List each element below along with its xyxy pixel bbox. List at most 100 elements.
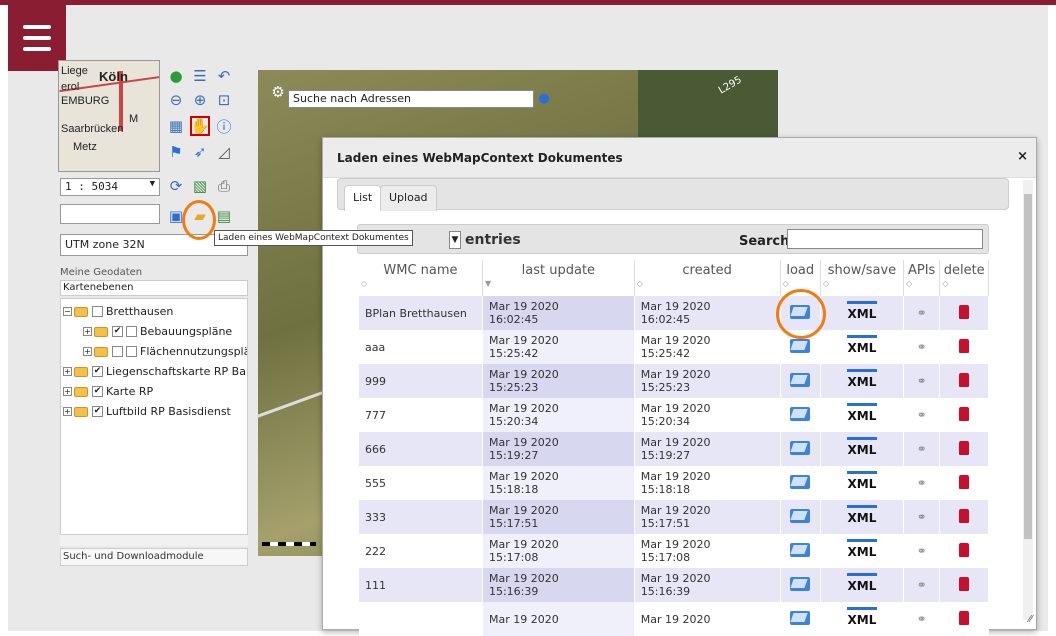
tree-item[interactable]: + Flächennutzungsplä xyxy=(83,343,247,360)
table-row[interactable]: 555 Mar 19 2020 15:18:18 Mar 19 2020 15:18:1… xyxy=(359,466,989,500)
tree-item[interactable]: + ✔ Karte RP xyxy=(63,383,153,400)
globe-icon[interactable]: ● xyxy=(166,66,186,86)
expand-icon[interactable]: + xyxy=(83,327,92,336)
layer-checkbox[interactable] xyxy=(92,306,103,317)
tree-scrollbar[interactable] xyxy=(60,534,248,546)
expand-icon[interactable]: + xyxy=(83,347,92,356)
layer-checkbox[interactable]: ✔ xyxy=(92,406,103,417)
help-icon[interactable]: ● xyxy=(534,88,554,108)
dialog-scrollbar[interactable] xyxy=(1023,180,1033,620)
tab-list[interactable]: List xyxy=(344,185,382,211)
api-link-icon[interactable]: ⚭ xyxy=(917,476,927,490)
show-save-xml-icon[interactable]: XML xyxy=(846,403,877,427)
expand-icon[interactable]: + xyxy=(63,367,72,376)
api-link-icon[interactable]: ⚭ xyxy=(917,544,927,558)
show-save-xml-icon[interactable]: XML xyxy=(846,437,877,461)
refresh-icon[interactable]: ⟳ xyxy=(166,176,186,196)
coordinate-input[interactable] xyxy=(60,204,160,224)
delete-icon[interactable] xyxy=(959,440,970,455)
load-icon[interactable] xyxy=(790,610,811,625)
api-link-icon[interactable]: ⚭ xyxy=(917,374,927,388)
column-header[interactable]: APIs ◇ xyxy=(903,260,941,296)
print-icon[interactable]: ⎙ xyxy=(214,176,234,196)
tree-item[interactable]: + ✔ Luftbild RP Basisdienst xyxy=(63,403,231,420)
column-header[interactable]: show/save ◇ xyxy=(820,260,904,296)
table-row[interactable]: 111 Mar 19 2020 15:16:39 Mar 19 2020 15:16:3… xyxy=(359,568,989,602)
tree-item[interactable]: + ✔ Liegenschaftskarte RP Ba xyxy=(63,363,246,380)
flag-icon[interactable]: ⚑ xyxy=(166,142,186,162)
tree-item[interactable]: + ✔ Bebauungspläne xyxy=(83,323,232,340)
column-header[interactable]: created ◇ xyxy=(634,260,781,296)
load-icon[interactable] xyxy=(790,542,811,557)
grid-icon[interactable]: ▦ xyxy=(166,116,186,136)
layer-checkbox[interactable]: ✔ xyxy=(92,386,103,397)
expand-icon[interactable]: + xyxy=(63,407,72,416)
overview-map[interactable]: Liege Köln erol EMBURG M Saarbrücken Met… xyxy=(58,60,160,172)
delete-icon[interactable] xyxy=(959,406,970,421)
address-search-input[interactable]: Suche nach Adressen xyxy=(288,90,534,108)
api-link-icon[interactable]: ⚭ xyxy=(917,442,927,456)
load-icon[interactable] xyxy=(790,576,811,591)
tree-item[interactable]: − Bretthausen xyxy=(63,303,173,320)
zoom-out-icon[interactable]: ⊖ xyxy=(166,90,186,110)
column-header[interactable]: delete ◇ xyxy=(939,260,989,296)
load-icon[interactable] xyxy=(790,440,811,455)
search-settings-icon[interactable]: ⚙ xyxy=(268,82,288,102)
dialog-header[interactable]: Laden eines WebMapContext Dokumentes × xyxy=(323,138,1036,178)
table-row[interactable]: BPlan Bretthausen Mar 19 2020 16:02:45 Mar … xyxy=(359,296,989,330)
load-icon[interactable] xyxy=(790,338,811,353)
layer-checkbox[interactable] xyxy=(112,346,123,357)
delete-icon[interactable] xyxy=(959,304,970,319)
show-save-xml-icon[interactable]: XML xyxy=(846,471,877,495)
legend-icon[interactable]: ☰ xyxy=(190,66,210,86)
api-link-icon[interactable]: ⚭ xyxy=(917,510,927,524)
layer-checkbox[interactable]: ✔ xyxy=(112,326,123,337)
layers-header[interactable]: Kartenebenen xyxy=(60,280,248,296)
show-save-xml-icon[interactable]: XML xyxy=(846,505,877,529)
delete-icon[interactable] xyxy=(959,474,970,489)
measure-icon[interactable]: ◿ xyxy=(214,142,234,162)
table-row[interactable]: aaa Mar 19 2020 15:25:42 Mar 19 2020 15:25:4… xyxy=(359,330,989,364)
layer-checkbox[interactable]: ✔ xyxy=(92,366,103,377)
table-search-input[interactable] xyxy=(787,229,983,249)
delete-icon[interactable] xyxy=(959,372,970,387)
show-save-xml-icon[interactable]: XML xyxy=(846,335,877,359)
resize-handle-icon[interactable]: ⁄⁄ xyxy=(1029,614,1032,625)
api-link-icon[interactable]: ⚭ xyxy=(917,578,927,592)
api-link-icon[interactable]: ⚭ xyxy=(917,306,927,320)
table-row[interactable]: 999 Mar 19 2020 15:25:23 Mar 19 2020 15:25:2… xyxy=(359,364,989,398)
delete-icon[interactable] xyxy=(959,610,970,625)
api-link-icon[interactable]: ⚭ xyxy=(917,408,927,422)
back-icon[interactable]: ↶ xyxy=(214,66,234,86)
table-row[interactable]: 666 Mar 19 2020 15:19:27 Mar 19 2020 15:19:2… xyxy=(359,432,989,466)
table-row[interactable]: 777 Mar 19 2020 15:20:34 Mar 19 2020 15:20:3… xyxy=(359,398,989,432)
delete-icon[interactable] xyxy=(959,508,970,523)
column-header[interactable]: WMC name ◇ xyxy=(359,260,483,296)
api-link-icon[interactable]: ⚭ xyxy=(917,612,927,626)
zoom-in-icon[interactable]: ⊕ xyxy=(190,90,210,110)
api-link-icon[interactable]: ⚭ xyxy=(917,340,927,354)
scrollbar-thumb[interactable] xyxy=(1024,194,1032,539)
column-header[interactable]: last update ▼ xyxy=(482,260,635,296)
zoom-extent-icon[interactable]: ⊡ xyxy=(214,90,234,110)
load-icon[interactable] xyxy=(790,508,811,523)
layer-checkbox-2[interactable] xyxy=(126,326,137,337)
scale-select[interactable]: 1 : 5034 ▼ xyxy=(60,178,160,196)
delete-icon[interactable] xyxy=(959,576,970,591)
load-icon[interactable] xyxy=(790,474,811,489)
show-save-xml-icon[interactable]: XML xyxy=(846,369,877,393)
load-icon[interactable] xyxy=(790,406,811,421)
tab-upload[interactable]: Upload xyxy=(380,185,437,211)
table-row[interactable]: 333 Mar 19 2020 15:17:51 Mar 19 2020 15:17:5… xyxy=(359,500,989,534)
expand-icon[interactable]: − xyxy=(63,307,72,316)
delete-icon[interactable] xyxy=(959,338,970,353)
show-save-xml-icon[interactable]: XML xyxy=(846,573,877,597)
delete-icon[interactable] xyxy=(959,542,970,557)
page-length-select[interactable]: ▼ xyxy=(449,231,461,249)
table-row[interactable]: Mar 19 2020 Mar 19 2020 XML ⚭ xyxy=(359,602,989,636)
close-icon[interactable]: × xyxy=(1017,149,1028,164)
table-row[interactable]: 222 Mar 19 2020 15:17:08 Mar 19 2020 15:17:0… xyxy=(359,534,989,568)
expand-icon[interactable]: + xyxy=(63,387,72,396)
download-modules-header[interactable]: Such- und Downloadmodule xyxy=(60,548,248,566)
show-save-xml-icon[interactable]: XML xyxy=(846,607,877,631)
